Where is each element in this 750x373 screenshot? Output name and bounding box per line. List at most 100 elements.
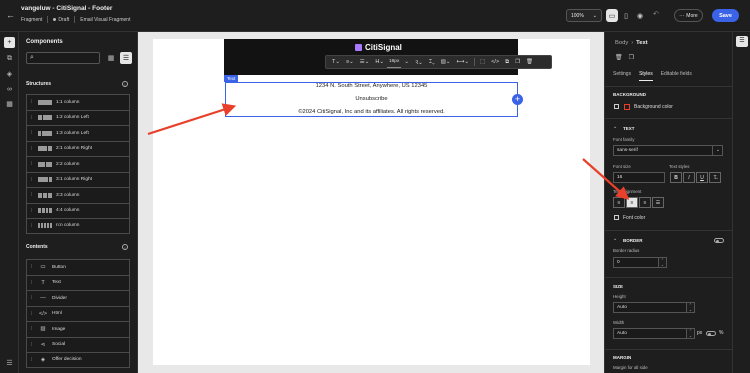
tab-editable-fields[interactable]: Editable fields [661, 71, 692, 81]
grid-view-icon[interactable]: ▦ [105, 52, 117, 64]
drag-handle-icon[interactable]: ⁞ [31, 223, 34, 229]
add-components-icon[interactable]: + [4, 37, 15, 48]
layers-icon[interactable]: ◈ [4, 69, 15, 80]
height-field[interactable]: Auto [613, 302, 687, 313]
unsubscribe-link[interactable]: Unsubscribe [226, 96, 517, 102]
font-color-checkbox[interactable] [614, 215, 619, 220]
list-icon[interactable]: ☰⌄ [357, 56, 373, 68]
list-view-icon[interactable]: ☰ [120, 52, 132, 64]
more-button[interactable]: ··· More [674, 9, 703, 22]
tab-styles[interactable]: Styles [639, 71, 653, 81]
font-size-field[interactable]: 16 [613, 172, 665, 183]
chevron-down-icon[interactable]: ⌄ [712, 145, 723, 156]
stepper-icon[interactable]: ⌃ ⌄ [659, 257, 667, 268]
structure-item[interactable]: ⁞ 1:3 column Left [26, 125, 130, 141]
undo-icon[interactable]: ↶ [653, 10, 659, 18]
back-arrow-icon[interactable]: ← [6, 10, 16, 20]
assets-icon[interactable]: ▦ [4, 99, 15, 110]
align-center-icon[interactable]: ≡ [626, 197, 638, 208]
drag-handle-icon[interactable]: ⁞ [31, 99, 34, 105]
add-component-button[interactable]: + [512, 94, 523, 105]
drag-handle-icon[interactable]: ⁞ [31, 146, 34, 152]
content-item[interactable]: ⁞ ◈ Offer decision [26, 352, 130, 368]
drag-handle-icon[interactable]: ⁞ [31, 161, 34, 167]
delete-icon[interactable]: 🗑 [523, 56, 536, 68]
desktop-icon[interactable]: ▭ [606, 9, 618, 22]
drag-handle-icon[interactable]: ⁞ [31, 192, 34, 198]
width-unit-toggle[interactable] [706, 331, 716, 336]
preview-eye-icon[interactable]: ◉ [634, 9, 646, 22]
drag-handle-icon[interactable]: ⁞ [31, 326, 34, 332]
structure-item[interactable]: ⁞ 3:1 column Right [26, 171, 130, 187]
personalize-icon[interactable]: ⬚ [477, 56, 488, 68]
strikethrough-icon[interactable]: T̶ [709, 172, 721, 183]
content-item[interactable]: ⁞ — Divider [26, 290, 130, 306]
move-icon[interactable]: ⧉ [502, 56, 512, 68]
italic-icon[interactable]: I [683, 172, 695, 183]
chevron-down-icon[interactable]: ⌄ [613, 124, 617, 130]
tab-settings[interactable]: Settings [613, 71, 631, 81]
search-input[interactable]: ⌕ [26, 52, 100, 64]
drag-handle-icon[interactable]: ⁞ [31, 342, 34, 348]
save-button[interactable]: Save [712, 9, 739, 22]
align-left-icon[interactable]: ≡ [613, 197, 625, 208]
border-radius-field[interactable]: 0 [613, 257, 659, 268]
drag-handle-icon[interactable]: ⁞ [31, 130, 34, 136]
more-format-icon[interactable]: ⌶⌄ [426, 56, 438, 68]
structure-item[interactable]: ⁞ 3:3 column [26, 187, 130, 203]
font-family-select[interactable]: sans-serif [613, 145, 723, 156]
structure-item[interactable]: ⁞ 4:4 column [26, 202, 130, 218]
bold-icon[interactable]: B [670, 172, 682, 183]
mobile-icon[interactable]: ▯ [620, 9, 632, 22]
duplicate-icon[interactable]: ❐ [512, 56, 523, 68]
delete-icon[interactable]: 🗑 [615, 54, 623, 61]
info-icon[interactable]: i [122, 81, 128, 87]
content-item[interactable]: ⁞ </> Html [26, 305, 130, 321]
breadcrumb-parent[interactable]: Body [615, 40, 628, 46]
border-toggle[interactable] [714, 238, 724, 243]
drag-handle-icon[interactable]: ⁞ [31, 280, 34, 286]
no-color-swatch-icon[interactable] [624, 104, 630, 110]
content-item[interactable]: ⁞ ▭ Button [26, 259, 130, 275]
align-justify-icon[interactable]: ☰ [652, 197, 664, 208]
content-item[interactable]: ⁞ ⋖ Social [26, 336, 130, 352]
format-icon[interactable]: Ꝛ⌄ [412, 56, 426, 68]
align-right-icon[interactable]: ≡ [639, 197, 651, 208]
stepper-icon[interactable]: ⌃ ⌄ [687, 302, 695, 313]
text-type-icon[interactable]: T⌄ [329, 56, 343, 68]
structure-item[interactable]: ⁞ 1:1 column [26, 94, 130, 110]
font-size-select[interactable]: 16px [386, 56, 402, 68]
content-item[interactable]: ⁞ ▨ Image [26, 321, 130, 337]
link-icon[interactable]: ⟷⌄ [454, 56, 473, 68]
stepper-icon[interactable]: ⌃ ⌄ [687, 328, 695, 339]
structure-item[interactable]: ⁞ 2:1 column Right [26, 140, 130, 156]
chevron-down-icon[interactable]: ⌄ [613, 236, 617, 242]
background-color-checkbox[interactable] [614, 104, 619, 109]
font-size-chevron-icon[interactable]: ⌄ [401, 56, 412, 68]
zoom-select[interactable]: 100% ⌄ [566, 9, 602, 22]
properties-panel-icon[interactable]: ☰ [736, 36, 748, 47]
drag-handle-icon[interactable]: ⁞ [31, 115, 34, 121]
drag-handle-icon[interactable]: ⁞ [31, 311, 34, 317]
fragments-icon[interactable]: ⧉ [4, 53, 15, 64]
drag-handle-icon[interactable]: ⁞ [31, 295, 34, 301]
image-icon[interactable]: ▨⌄ [438, 56, 454, 68]
underline-icon[interactable]: U [696, 172, 708, 183]
settings-sliders-icon[interactable]: ☰ [4, 358, 15, 369]
duplicate-icon[interactable]: ❐ [629, 54, 634, 61]
drag-handle-icon[interactable]: ⁞ [31, 177, 34, 183]
drag-handle-icon[interactable]: ⁞ [31, 357, 34, 363]
structure-item[interactable]: ⁞ 1:2 column Left [26, 109, 130, 125]
selected-text-block[interactable]: 1234 N. South Street, Anywhere, US 12345… [225, 82, 518, 117]
align-left-icon[interactable]: ≡⌄ [343, 56, 357, 68]
width-field[interactable]: Auto [613, 328, 687, 339]
info-icon[interactable]: i [122, 244, 128, 250]
link-icon[interactable]: ∞ [4, 84, 15, 95]
drag-handle-icon[interactable]: ⁞ [31, 208, 34, 214]
content-item[interactable]: ⁞ T Text [26, 274, 130, 290]
email-header[interactable]: CitiSignal T⌄ ≡⌄ ☰⌄ H⌄ 16px ⌄ Ꝛ⌄ ⌶⌄ ▨⌄ ⟷… [224, 39, 552, 75]
code-icon[interactable]: </> [488, 56, 502, 68]
heading-icon[interactable]: H⌄ [372, 56, 387, 68]
structure-item[interactable]: ⁞ n:n column [26, 218, 130, 234]
structure-item[interactable]: ⁞ 2:2 column [26, 156, 130, 172]
